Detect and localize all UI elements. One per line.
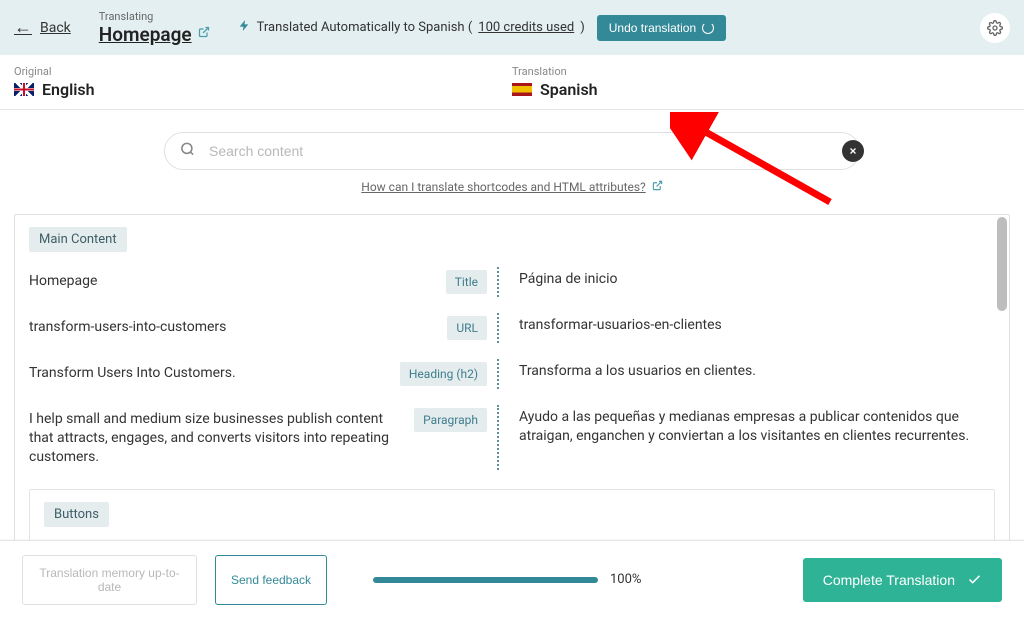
complete-translation-button[interactable]: Complete Translation [803,558,1002,602]
original-label: Original [14,65,512,78]
check-icon [967,572,982,587]
back-label: Back [40,20,71,36]
top-bar: ← Back Translating Homepage Translated A… [0,0,1024,55]
search-clear-button[interactable] [842,140,864,162]
help-link[interactable]: How can I translate shortcodes and HTML … [361,180,662,194]
translation-row[interactable]: transform-users-into-customers URL trans… [29,316,995,340]
bolt-icon [238,19,251,36]
arrow-left-icon: ← [14,17,32,38]
content-type-tag: URL [447,316,487,340]
auto-msg-suffix: ) [580,20,585,35]
refresh-icon [702,22,714,34]
buttons-subsection: Buttons Let's Talk Button Text Hablemos … [29,489,995,547]
auto-translation-message: Translated Automatically to Spanish ( 100… [238,19,585,36]
external-link-icon [198,26,210,42]
scrollbar[interactable] [997,217,1007,311]
uk-flag-icon [14,83,34,96]
translated-text: Página de inicio [519,269,618,287]
translation-row[interactable]: Homepage Title Página de inicio [29,270,995,294]
external-link-icon [652,180,663,194]
original-text: I help small and medium size businesses … [29,408,404,467]
credits-used[interactable]: 100 credits used [478,20,574,35]
close-icon [848,146,858,156]
auto-msg-prefix: Translated Automatically to Spanish ( [257,20,473,35]
translation-row[interactable]: I help small and medium size businesses … [29,408,995,467]
settings-button[interactable] [980,13,1010,43]
content-type-tag: Heading (h2) [400,362,487,386]
back-link[interactable]: ← Back [14,17,71,38]
translated-text: transformar-usuarios-en-clientes [519,315,722,333]
progress-fill [373,577,598,583]
content-type-tag: Paragraph [414,408,487,432]
page-title-link[interactable]: Homepage [99,23,210,46]
translation-lang-name: Spanish [512,80,1010,99]
original-lang: Original English [14,65,512,99]
undo-translation-button[interactable]: Undo translation [597,15,726,41]
progress-bar [373,577,598,583]
translating-label: Translating [99,10,210,23]
bottom-bar: Translation memory up-to-date Send feedb… [0,540,1024,618]
translation-memory-button: Translation memory up-to-date [22,555,197,605]
content-panel: Main Content Homepage Title Página de in… [14,214,1010,548]
page-title-text: Homepage [99,23,192,46]
original-lang-name: English [14,80,512,99]
translated-text: Transforma a los usuarios en clientes. [519,361,756,379]
undo-label: Undo translation [609,21,696,35]
language-bar: Original English Translation Spanish [0,55,1024,110]
search-area: How can I translate shortcodes and HTML … [0,110,1024,200]
original-text: Homepage [29,270,97,291]
title-group: Translating Homepage [99,10,210,46]
translation-lang: Translation Spanish [512,65,1010,99]
send-feedback-button[interactable]: Send feedback [215,555,327,605]
translation-label: Translation [512,65,1010,78]
search-input[interactable] [164,132,860,170]
content-type-tag: Title [446,270,487,294]
original-text: Transform Users Into Customers. [29,362,236,383]
progress-percentage: 100% [610,572,641,587]
translated-text: Ayudo a las pequeñas y medianas empresas… [519,407,969,444]
original-text: transform-users-into-customers [29,316,226,337]
section-tag-buttons: Buttons [44,502,109,527]
spain-flag-icon [512,83,532,96]
search-icon [180,142,195,161]
content-scroll[interactable]: Main Content Homepage Title Página de in… [15,215,1009,547]
gear-icon [987,20,1003,36]
progress-indicator: 100% [373,572,641,587]
section-tag-main: Main Content [29,227,127,252]
translation-row[interactable]: Transform Users Into Customers. Heading … [29,362,995,386]
